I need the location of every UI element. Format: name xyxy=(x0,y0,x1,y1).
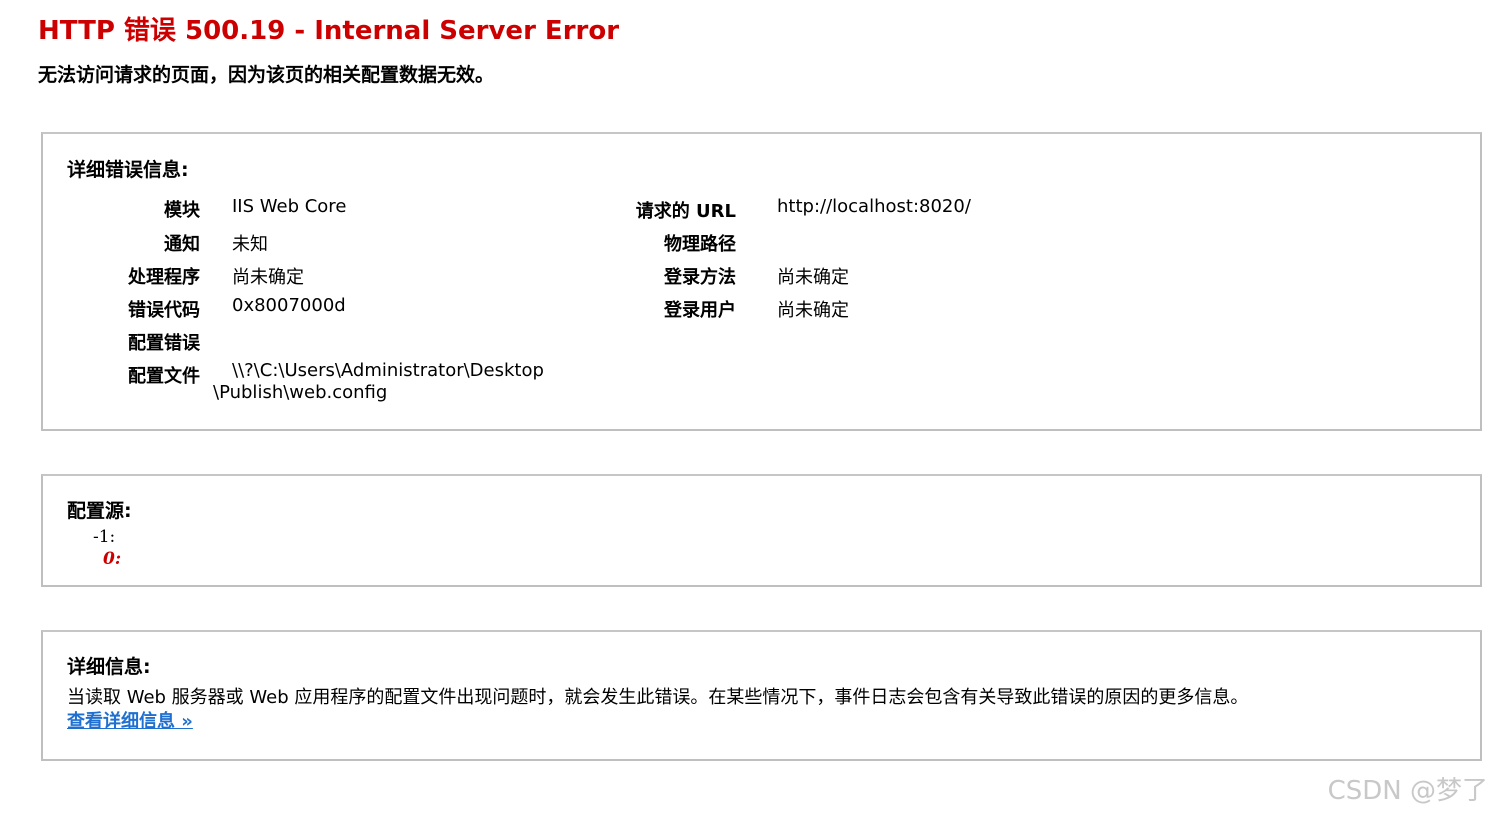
config-file-label: 配置文件 xyxy=(128,366,200,387)
config-error-label: 配置错误 xyxy=(128,333,200,354)
notification-label: 通知 xyxy=(164,234,200,255)
config-file-value: \\?\C:\Users\Administrator\Desktop\Publi… xyxy=(213,360,544,403)
config-source-error-line: 0: xyxy=(103,549,122,569)
error-page: HTTP 错误 500.19 - Internal Server Error 无… xyxy=(0,0,1494,813)
logon-user-label: 登录用户 xyxy=(664,300,736,321)
logon-method-label: 登录方法 xyxy=(664,267,736,288)
module-label: 模块 xyxy=(164,200,200,221)
watermark: CSDN @梦了 xyxy=(1327,776,1488,806)
handler-label: 处理程序 xyxy=(128,267,200,288)
error-code-label: 错误代码 xyxy=(128,300,200,321)
module-value: IIS Web Core xyxy=(232,196,347,217)
handler-value: 尚未确定 xyxy=(232,267,304,288)
view-more-info-link[interactable]: 查看详细信息 » xyxy=(67,707,193,733)
config-source-panel: 配置源: -1: 0: xyxy=(41,474,1482,587)
config-source-heading: 配置源: xyxy=(67,500,132,522)
detailed-error-heading: 详细错误信息: xyxy=(67,159,189,181)
logon-method-value: 尚未确定 xyxy=(777,267,849,288)
requested-url-label: 请求的 URL xyxy=(635,201,736,222)
requested-url-value: http://localhost:8020/ xyxy=(777,196,971,217)
more-info-description: 当读取 Web 服务器或 Web 应用程序的配置文件出现问题时，就会发生此错误。… xyxy=(67,687,1249,708)
more-info-heading: 详细信息: xyxy=(67,656,151,678)
page-title: HTTP 错误 500.19 - Internal Server Error xyxy=(38,16,620,46)
logon-user-value: 尚未确定 xyxy=(777,300,849,321)
error-code-value: 0x8007000d xyxy=(232,295,346,316)
config-source-line: -1: xyxy=(93,527,116,547)
detailed-error-panel: 详细错误信息: 模块 IIS Web Core 通知 未知 处理程序 尚未确定 … xyxy=(41,132,1482,431)
physical-path-label: 物理路径 xyxy=(664,234,736,255)
page-subtitle: 无法访问请求的页面，因为该页的相关配置数据无效。 xyxy=(38,64,495,86)
notification-value: 未知 xyxy=(232,234,268,255)
more-info-panel: 详细信息: 当读取 Web 服务器或 Web 应用程序的配置文件出现问题时，就会… xyxy=(41,630,1482,761)
